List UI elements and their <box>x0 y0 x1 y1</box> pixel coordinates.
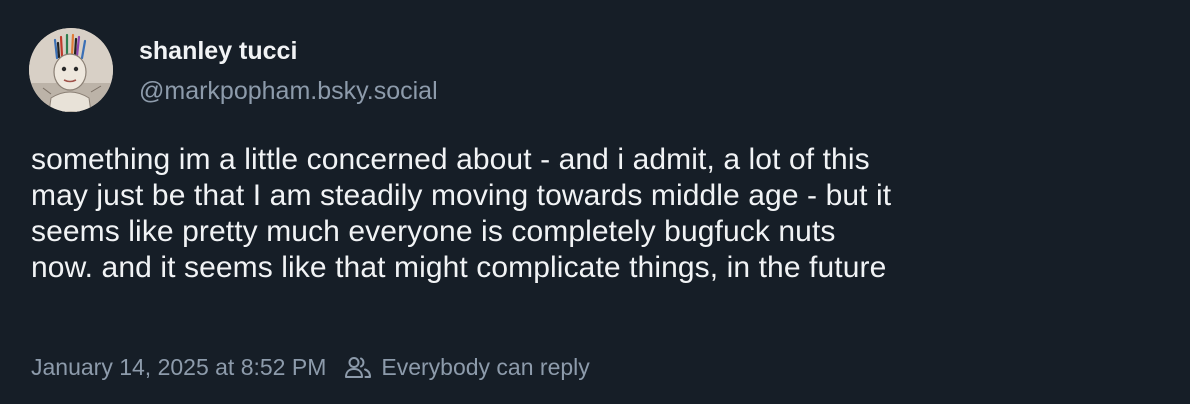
post-text: something im a little concerned about - … <box>31 142 1166 286</box>
author-display-name[interactable]: shanley tucci <box>139 36 438 66</box>
post-card: shanley tucci @markpopham.bsky.social so… <box>0 0 1190 404</box>
author-info: shanley tucci @markpopham.bsky.social <box>139 36 438 106</box>
post-meta: January 14, 2025 at 8:52 PM Everybody ca… <box>31 352 590 382</box>
post-text-line: may just be that I am steadily moving to… <box>31 179 892 212</box>
post-header: shanley tucci @markpopham.bsky.social <box>29 28 438 112</box>
post-text-line: now. and it seems like that might compli… <box>31 251 887 284</box>
avatar-drawing-icon <box>29 28 113 112</box>
reply-setting: Everybody can reply <box>344 352 590 382</box>
post-timestamp[interactable]: January 14, 2025 at 8:52 PM <box>31 352 326 382</box>
reply-setting-label: Everybody can reply <box>381 354 590 380</box>
post-text-line: something im a little concerned about - … <box>31 143 870 176</box>
author-handle[interactable]: @markpopham.bsky.social <box>139 76 438 106</box>
post-text-line: seems like pretty much everyone is compl… <box>31 215 836 248</box>
people-icon <box>344 355 372 379</box>
avatar[interactable] <box>29 28 113 112</box>
